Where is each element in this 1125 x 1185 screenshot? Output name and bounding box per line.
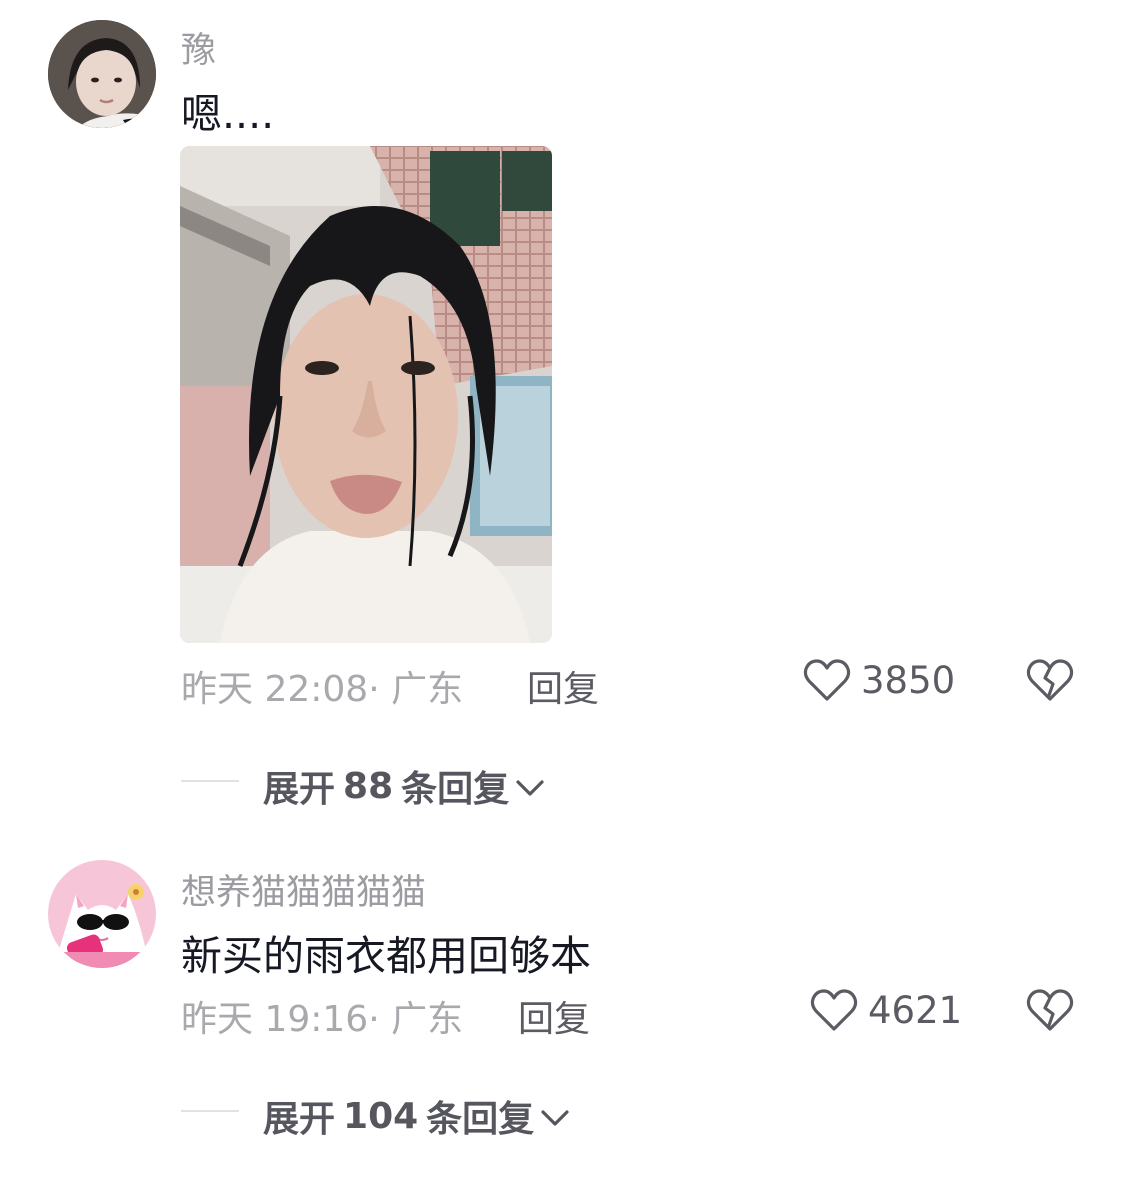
like-button[interactable]: 3850 — [803, 658, 955, 702]
reply-button[interactable]: 回复 — [527, 660, 599, 712]
expand-replies-button[interactable]: 展开 104 条回复 — [263, 1090, 570, 1142]
expand-suffix: 条回复 — [426, 1099, 535, 1140]
divider — [181, 1110, 239, 1112]
avatar[interactable] — [48, 20, 156, 128]
comment-location: · 广东 — [368, 669, 464, 710]
comment-meta: 昨天 22:08· 广东 — [181, 660, 463, 712]
like-button[interactable]: 4621 — [810, 988, 962, 1032]
comment-username[interactable]: 豫 — [181, 22, 216, 73]
chevron-down-icon — [534, 1096, 570, 1137]
heart-outline-icon — [803, 658, 851, 702]
reply-count: 104 — [343, 1095, 419, 1137]
like-count: 4621 — [868, 988, 963, 1032]
comment-time: 昨天 19:16 — [181, 999, 369, 1040]
expand-replies-button[interactable]: 展开 88 条回复 — [263, 760, 545, 812]
heart-outline-icon — [810, 988, 858, 1032]
expand-prefix: 展开 — [263, 769, 336, 810]
comment-username[interactable]: 想养猫猫猫猫猫 — [181, 864, 426, 915]
like-count: 3850 — [861, 658, 956, 702]
dislike-button[interactable] — [1026, 658, 1074, 706]
broken-heart-icon — [1026, 659, 1074, 706]
comment-meta: 昨天 19:16· 广东 — [181, 990, 463, 1042]
comment-image[interactable] — [180, 146, 552, 643]
reply-button[interactable]: 回复 — [518, 990, 590, 1042]
avatar[interactable] — [48, 860, 156, 968]
expand-prefix: 展开 — [263, 1099, 336, 1140]
chevron-down-icon — [509, 766, 545, 807]
divider — [181, 780, 239, 782]
dislike-button[interactable] — [1026, 988, 1074, 1036]
comment-item: 想养猫猫猫猫猫 新买的雨衣都用回够本 昨天 19:16· 广东 回复 4621 … — [0, 850, 1125, 1170]
comment-text: 新买的雨衣都用回够本 — [181, 932, 591, 980]
comment-item: 豫 嗯.... 昨天 22:08· 广东 回复 3850 展开 88 条回复 — [0, 0, 1125, 820]
expand-suffix: 条回复 — [401, 769, 510, 810]
broken-heart-icon — [1026, 989, 1074, 1036]
comment-time: 昨天 22:08 — [181, 669, 369, 710]
reply-count: 88 — [343, 765, 394, 807]
comment-location: · 广东 — [368, 999, 464, 1040]
comment-text: 嗯.... — [181, 90, 275, 138]
